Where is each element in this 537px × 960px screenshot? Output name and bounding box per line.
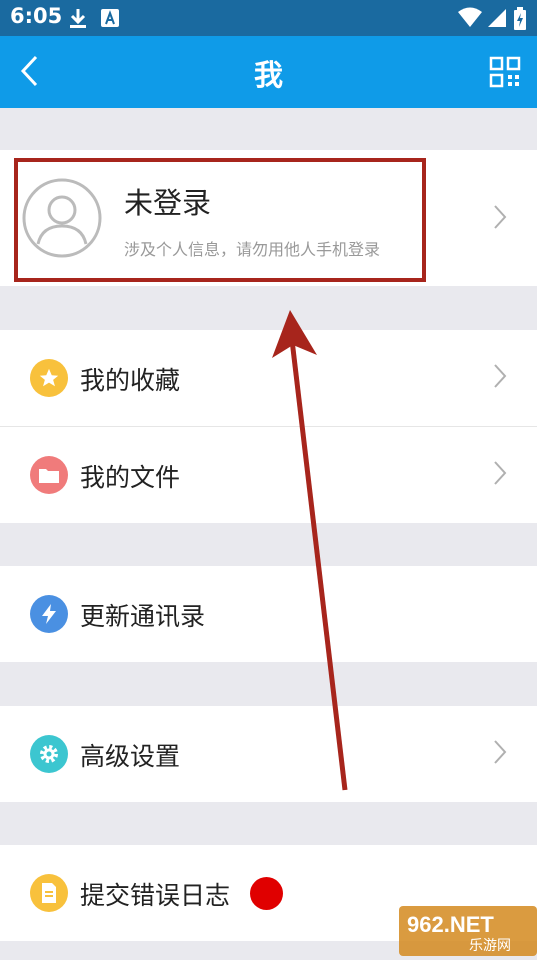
- app-bar: 我: [0, 36, 537, 108]
- qr-code-icon[interactable]: [489, 56, 521, 92]
- profile-name: 未登录: [124, 186, 212, 220]
- chevron-right-icon: [493, 739, 507, 769]
- signal-icon: [486, 7, 508, 33]
- menu-label-favorites: 我的收藏: [80, 366, 181, 395]
- folder-icon: [30, 456, 68, 494]
- menu-label-files: 我的文件: [80, 463, 181, 492]
- wifi-icon: [457, 7, 483, 33]
- chevron-right-icon: [493, 460, 507, 490]
- profile-subtitle: 涉及个人信息，请勿用他人手机登录: [124, 240, 381, 259]
- lightning-icon: [30, 595, 68, 633]
- chevron-right-icon: [493, 204, 507, 234]
- menu-item-files[interactable]: 我的文件: [0, 427, 537, 523]
- star-icon: [30, 359, 68, 397]
- chevron-right-icon: [493, 363, 507, 393]
- menu-label-advanced-settings: 高级设置: [80, 742, 181, 771]
- menu-item-favorites[interactable]: 我的收藏: [0, 330, 537, 426]
- download-icon: [68, 7, 88, 33]
- notification-dot: [250, 877, 283, 910]
- menu-item-update-contacts[interactable]: 更新通讯录: [0, 566, 537, 662]
- gear-icon: [30, 735, 68, 773]
- page-title: 我: [253, 58, 283, 92]
- menu-label-update-contacts: 更新通讯录: [80, 602, 206, 631]
- app-notification-icon: [100, 7, 120, 33]
- watermark-logo-text: 962.NET: [407, 912, 494, 937]
- status-time: 6:05: [10, 4, 63, 28]
- watermark-logo: 962.NET 乐游网: [399, 904, 537, 956]
- watermark-text: 乐游网: [469, 938, 511, 954]
- battery-icon: [513, 7, 527, 35]
- menu-label-submit-error-log: 提交错误日志: [80, 881, 231, 910]
- status-bar: 6:05: [0, 0, 537, 36]
- document-icon: [30, 874, 68, 912]
- avatar: [22, 178, 102, 262]
- menu-item-advanced-settings[interactable]: 高级设置: [0, 706, 537, 802]
- profile-card[interactable]: 未登录 涉及个人信息，请勿用他人手机登录: [0, 150, 537, 286]
